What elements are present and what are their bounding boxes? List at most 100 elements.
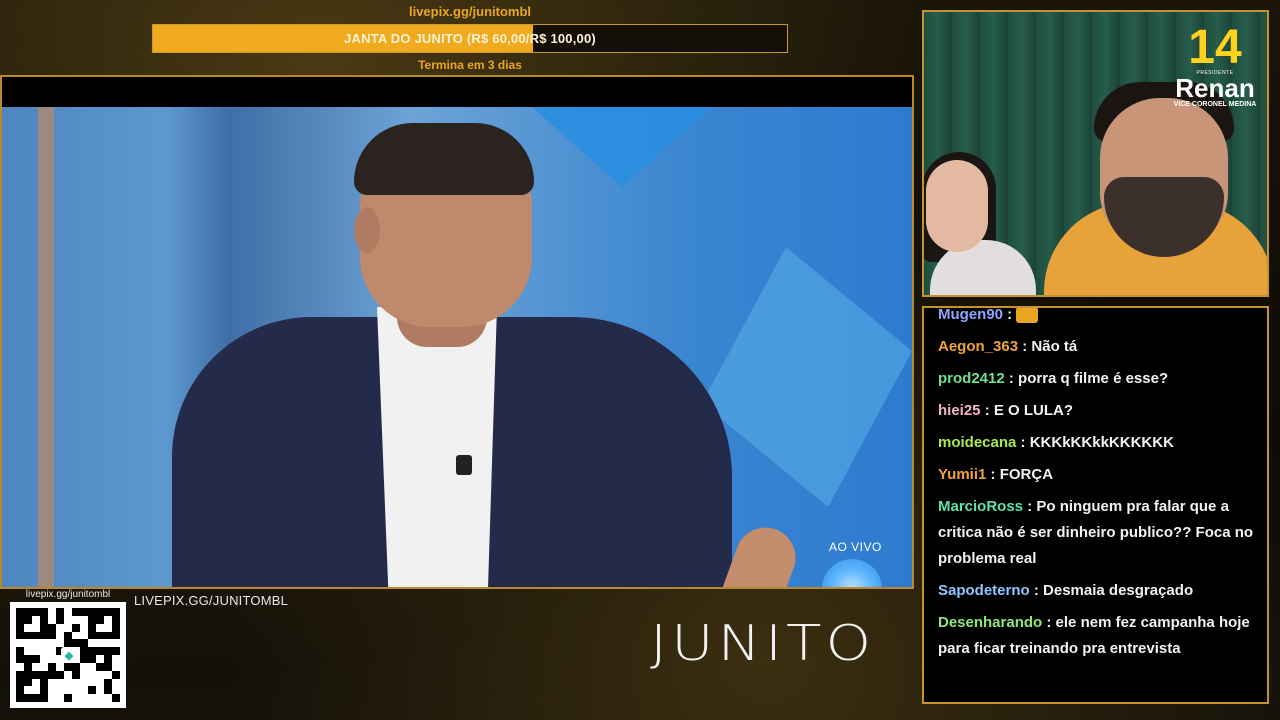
qr-module — [16, 608, 24, 616]
qr-module — [32, 694, 40, 702]
qr-module — [64, 608, 72, 616]
qr-module — [104, 678, 112, 687]
qr-module — [32, 662, 40, 671]
qr-module — [56, 694, 64, 702]
donation-goal-remaining: Termina em 3 dias — [418, 58, 522, 72]
campaign-number: 14 — [1188, 21, 1242, 74]
qr-module — [24, 655, 32, 663]
qr-module — [56, 662, 64, 671]
qr-module — [80, 678, 88, 687]
qr-module — [24, 670, 32, 679]
campaign-name: Renan — [1175, 73, 1255, 103]
chat-username[interactable]: hiei25 — [938, 402, 981, 419]
qr-module — [72, 623, 80, 632]
interviewee-hair — [354, 123, 534, 195]
webcam-woman-head — [926, 160, 988, 252]
qr-module — [88, 662, 96, 671]
lapel-mic — [456, 455, 472, 475]
qr-module — [16, 647, 24, 655]
chat-username[interactable]: MarcioRoss — [938, 498, 1023, 515]
qr-module — [88, 631, 96, 640]
qr-module — [104, 639, 112, 648]
qr-module — [48, 686, 56, 695]
chat-username[interactable]: Mugen90 — [938, 308, 1003, 323]
qr-module — [64, 615, 72, 624]
qr-module — [64, 631, 72, 640]
qr-module — [40, 686, 48, 695]
qr-module — [112, 608, 120, 616]
qr-module — [96, 615, 104, 624]
qr-module — [104, 608, 112, 616]
chat-text: KKKkKKkkKKKKKK — [1029, 434, 1174, 451]
qr-module — [64, 662, 72, 671]
qr-module — [48, 647, 56, 655]
qr-module — [88, 615, 96, 624]
campaign-badge: 14 PRESIDENTE Renan VICE CORONEL MEDINA — [1169, 21, 1261, 109]
qr-module — [112, 686, 120, 695]
qr-module — [80, 662, 88, 671]
qr-module — [72, 686, 80, 695]
qr-module — [32, 670, 40, 679]
qr-module — [40, 670, 48, 679]
channel-logo: JUNITO — [650, 614, 876, 672]
qr-module — [40, 662, 48, 671]
qr-module — [24, 639, 32, 648]
qr-module — [72, 631, 80, 640]
qr-module — [48, 655, 56, 663]
chat-text: FORÇA — [999, 466, 1054, 483]
chat-text: porra q filme é esse? — [1018, 370, 1169, 387]
chat-username[interactable]: prod2412 — [938, 370, 1005, 387]
qr-module — [32, 639, 40, 648]
qr-module — [112, 623, 120, 632]
qr-module — [96, 639, 104, 648]
qr-module — [32, 655, 40, 663]
donation-goal-bar: JANTA DO JUNITO (R$ 60,00/R$ 100,00) — [152, 24, 788, 53]
donation-goal-label: JANTA DO JUNITO (R$ 60,00/R$ 100,00) — [344, 31, 596, 46]
qr-module — [112, 662, 120, 671]
qr-module — [88, 647, 96, 655]
video-letterbox — [2, 77, 912, 107]
qr-module — [72, 639, 80, 648]
qr-module — [88, 686, 96, 695]
chat-panel[interactable]: Mugen90 : Aegon_363 : Não tá prod2412 : p… — [922, 306, 1269, 704]
qr-module — [32, 615, 40, 624]
qr-module — [24, 678, 32, 687]
qr-code-icon: ◆ — [10, 602, 126, 708]
qr-module — [24, 686, 32, 695]
qr-module — [24, 647, 32, 655]
qr-module — [104, 647, 112, 655]
qr-module — [24, 623, 32, 632]
qr-module — [56, 639, 64, 648]
qr-module — [72, 670, 80, 679]
studio-pillar — [38, 107, 54, 587]
interviewee-hand — [720, 519, 804, 587]
qr-module — [48, 623, 56, 632]
qr-module — [80, 608, 88, 616]
qr-module — [56, 686, 64, 695]
qr-module — [32, 686, 40, 695]
qr-module — [24, 631, 32, 640]
qr-module — [80, 694, 88, 702]
qr-module — [16, 686, 24, 695]
chat-message: prod2412 : porra q filme é esse? — [938, 370, 1169, 387]
chat-username[interactable]: Yumii1 — [938, 466, 986, 483]
main-video-player[interactable]: AO VIVO — [0, 75, 914, 589]
qr-module — [72, 662, 80, 671]
qr-module — [32, 647, 40, 655]
chat-message: Mugen90 : — [938, 308, 1259, 328]
livepix-link-bottom: LIVEPIX.GG/JUNITOMBL — [134, 593, 289, 608]
interviewee-shirt — [377, 307, 497, 587]
chat-username[interactable]: Desenharando — [938, 614, 1042, 631]
chat-username[interactable]: moidecana — [938, 434, 1016, 451]
qr-module — [40, 647, 48, 655]
qr-module — [104, 686, 112, 695]
chat-text: Desmaia desgraçado — [1043, 582, 1194, 599]
qr-module — [24, 608, 32, 616]
chat-username[interactable]: Sapodeterno — [938, 582, 1030, 599]
qr-module — [112, 670, 120, 679]
qr-module — [48, 694, 56, 702]
chat-username[interactable]: Aegon_363 — [938, 338, 1018, 355]
chat-text: Não tá — [1031, 338, 1078, 355]
qr-module — [48, 631, 56, 640]
qr-module — [104, 670, 112, 679]
